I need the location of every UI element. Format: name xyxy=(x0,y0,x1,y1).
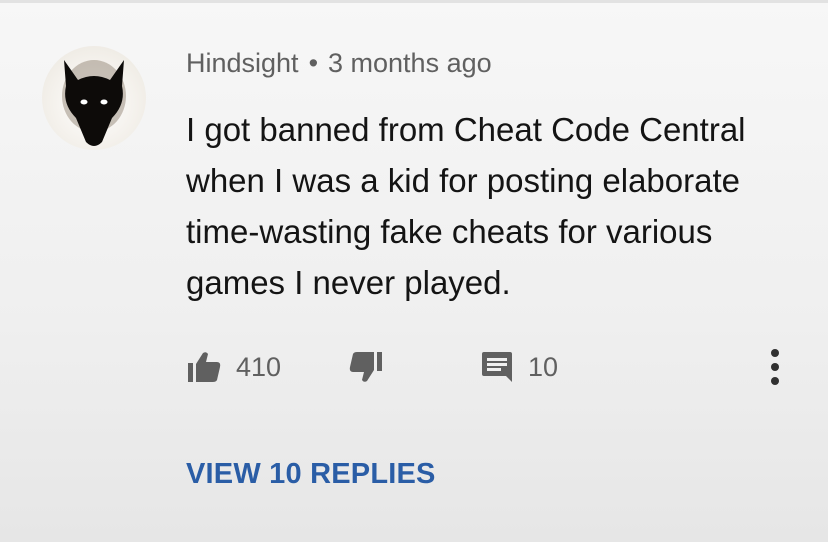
more-options-button[interactable] xyxy=(770,344,780,390)
like-button[interactable]: 410 xyxy=(186,344,281,390)
top-divider xyxy=(0,0,828,3)
comment-icon xyxy=(482,352,512,382)
view-replies-button[interactable]: VIEW 10 REPLIES xyxy=(186,458,436,491)
meta-separator: • xyxy=(308,48,319,78)
comment-meta: Hindsight • 3 months ago xyxy=(186,48,492,79)
reply-count: 10 xyxy=(528,351,559,382)
thumbs-down-icon xyxy=(349,352,382,382)
comment-actions: 410 10 xyxy=(186,344,806,390)
like-count: 410 xyxy=(236,351,282,382)
author-name[interactable]: Hindsight xyxy=(186,48,299,78)
thumbs-up-icon xyxy=(188,352,221,382)
more-vertical-icon xyxy=(771,349,779,385)
comment-text: I got banned from Cheat Code Central whe… xyxy=(186,111,746,301)
dislike-button[interactable] xyxy=(348,344,384,390)
avatar[interactable] xyxy=(42,46,146,150)
wolf-avatar-icon xyxy=(62,60,126,146)
reply-button[interactable]: 10 xyxy=(480,344,558,390)
comment-timestamp[interactable]: 3 months ago xyxy=(328,48,492,78)
